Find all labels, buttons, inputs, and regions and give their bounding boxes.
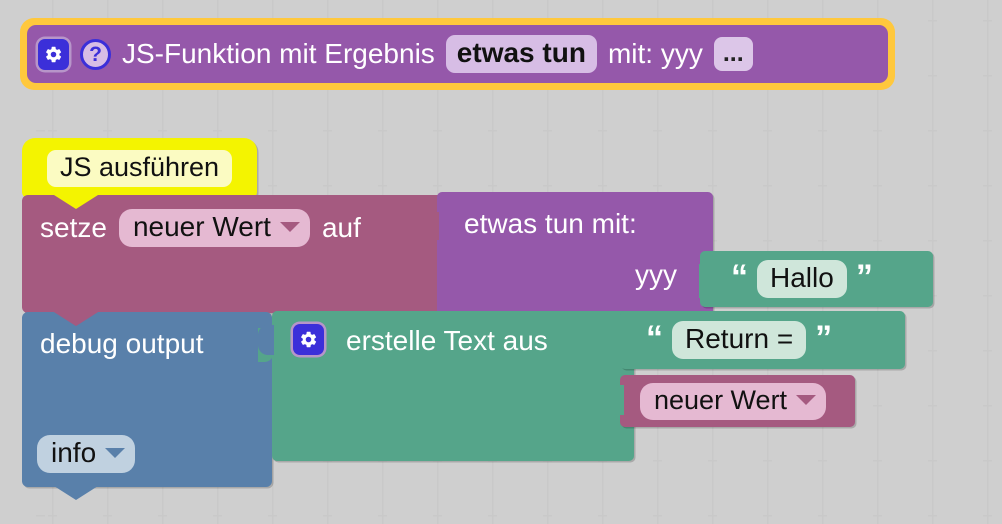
call-label-top: etwas tun mit:	[464, 208, 637, 239]
debug-bottom-notch	[54, 486, 98, 500]
setze-row: setze neuer Wert auf	[40, 209, 361, 247]
variable-label: neuer Wert	[654, 384, 788, 415]
call-etwas-tun-block[interactable]: etwas tun mit: yyy	[423, 192, 715, 316]
blockly-workspace[interactable]: ? JS-Funktion mit Ergebnis etwas tun mit…	[0, 0, 1002, 524]
chevron-down-icon	[796, 395, 817, 405]
setze-bottom-notch	[54, 312, 98, 326]
js-ausfuehren-hat-block[interactable]: JS ausführen	[22, 138, 257, 211]
return-text-field[interactable]: Return =	[672, 321, 807, 359]
hallo-text-field[interactable]: Hallo	[757, 260, 847, 298]
string-literal-return-block[interactable]: “ Return = ”	[620, 311, 905, 369]
debug-output-label: debug output	[40, 328, 204, 359]
quote-close-icon: ”	[815, 319, 833, 357]
join-left-plug	[258, 325, 274, 355]
definition-block-body[interactable]: ? JS-Funktion mit Ergebnis etwas tun mit…	[27, 25, 888, 83]
create-text-from-block[interactable]: erstelle Text aus	[258, 311, 636, 461]
chevron-down-icon	[105, 448, 126, 458]
setze-variable-label: neuer Wert	[132, 211, 271, 242]
setze-top-notch	[54, 195, 98, 209]
debug-output-block[interactable]: debug output info	[22, 312, 274, 500]
js-function-definition-block[interactable]: ? JS-Funktion mit Ergebnis etwas tun mit…	[20, 18, 895, 90]
variable-left-plug	[610, 385, 624, 415]
definition-label-prefix: JS-Funktion mit Ergebnis	[122, 38, 435, 69]
gear-icon[interactable]	[293, 324, 324, 355]
setze-label-suffix: auf	[321, 212, 361, 243]
debug-level-label: info	[51, 437, 97, 468]
quote-open-icon: “	[731, 258, 748, 296]
definition-ellipsis-button[interactable]: ...	[713, 37, 753, 71]
setze-label-prefix: setze	[40, 212, 107, 243]
quote-close-icon: ”	[855, 258, 873, 296]
setze-variable-dropdown[interactable]: neuer Wert	[118, 209, 310, 247]
join-label: erstelle Text aus	[346, 325, 548, 356]
debug-level-dropdown[interactable]: info	[37, 435, 136, 473]
string-literal-hallo-block[interactable]: “ Hallo ”	[700, 251, 933, 307]
variable-neuer-wert-block[interactable]: neuer Wert	[610, 375, 855, 427]
variable-dropdown[interactable]: neuer Wert	[640, 382, 827, 420]
gear-icon[interactable]	[38, 38, 69, 70]
help-icon-label: ?	[89, 42, 102, 66]
quote-open-icon: “	[646, 319, 663, 357]
chevron-down-icon	[279, 222, 300, 232]
call-param-label: yyy	[635, 259, 677, 290]
call-left-plug	[423, 212, 439, 240]
set-variable-block[interactable]: setze neuer Wert auf	[22, 195, 446, 326]
hat-block-label: JS ausführen	[46, 149, 233, 187]
definition-label-mid: mit: yyy	[607, 38, 703, 69]
function-name-field[interactable]: etwas tun	[445, 35, 597, 73]
help-icon[interactable]: ?	[80, 38, 111, 70]
